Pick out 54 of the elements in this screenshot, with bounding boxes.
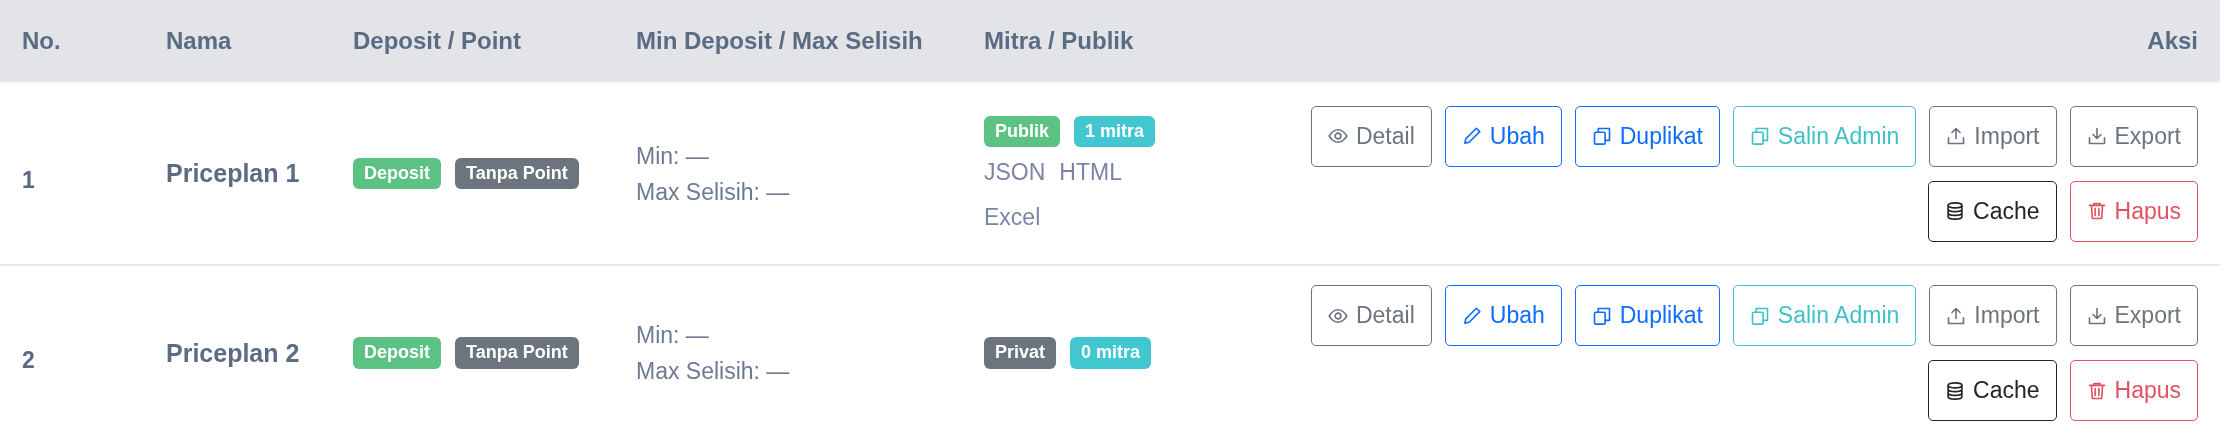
action-button[interactable]: Export (2069, 285, 2198, 346)
plan-name: Priceplan 1 (166, 159, 300, 188)
copy-icon (1591, 126, 1612, 146)
trash-icon (2086, 380, 2107, 401)
export-link[interactable]: HTML (1059, 159, 1122, 187)
action-button[interactable]: Hapus (2069, 180, 2198, 242)
action-button[interactable]: Duplikat (1574, 105, 1720, 167)
action-button[interactable]: Export (2069, 105, 2198, 167)
row-number: 2 (22, 346, 35, 374)
badge: Publik (984, 115, 1060, 148)
download-icon (2086, 126, 2107, 146)
action-button[interactable]: Import (1929, 285, 2057, 346)
export-link[interactable]: Excel (984, 204, 1041, 232)
action-button[interactable]: Cache (1928, 360, 2057, 421)
badge: Tanpa Point (455, 337, 579, 369)
export-link[interactable]: JSON (984, 159, 1046, 187)
pencil-icon (1461, 126, 1482, 146)
badge: 0 mitra (1070, 337, 1152, 369)
column-header: Aksi (2147, 26, 2198, 55)
pencil-icon (1461, 305, 1482, 326)
action-button[interactable]: Ubah (1444, 105, 1562, 167)
min-deposit-text: Min: — (636, 141, 709, 171)
upload-icon (1946, 305, 1967, 326)
min-deposit-text: Min: — (636, 321, 709, 350)
database-icon (1945, 380, 1966, 401)
database-icon (1945, 201, 1966, 221)
action-button[interactable]: Detail (1310, 105, 1432, 167)
badge: 1 mitra (1074, 115, 1156, 148)
trash-icon (2086, 201, 2107, 221)
eye-icon (1327, 126, 1348, 146)
download-icon (2086, 305, 2107, 326)
action-button[interactable]: Hapus (2069, 360, 2198, 421)
action-button[interactable]: Cache (1928, 180, 2057, 242)
action-button[interactable]: Import (1929, 105, 2057, 167)
column-header: Nama (166, 26, 232, 55)
upload-icon (1946, 126, 1967, 146)
column-header: Deposit / Point (353, 26, 521, 55)
action-button[interactable]: Ubah (1444, 285, 1562, 346)
badge: Tanpa Point (455, 157, 579, 190)
action-button[interactable]: Detail (1310, 285, 1432, 346)
badge: Privat (984, 337, 1057, 369)
max-selisih-text: Max Selisih: — (636, 357, 790, 386)
column-header: Mitra / Publik (984, 26, 1134, 55)
column-header: Min Deposit / Max Selisih (636, 26, 923, 55)
badge: Deposit (353, 157, 441, 190)
row-number: 1 (22, 167, 35, 194)
max-selisih-text: Max Selisih: — (636, 177, 790, 207)
plan-name: Priceplan 2 (166, 338, 300, 368)
copy-icon (1749, 305, 1770, 326)
copy-icon (1749, 126, 1770, 146)
column-header: No. (22, 26, 61, 55)
copy-icon (1591, 305, 1612, 326)
badge: Deposit (353, 337, 441, 369)
action-button[interactable]: Duplikat (1574, 285, 1720, 346)
